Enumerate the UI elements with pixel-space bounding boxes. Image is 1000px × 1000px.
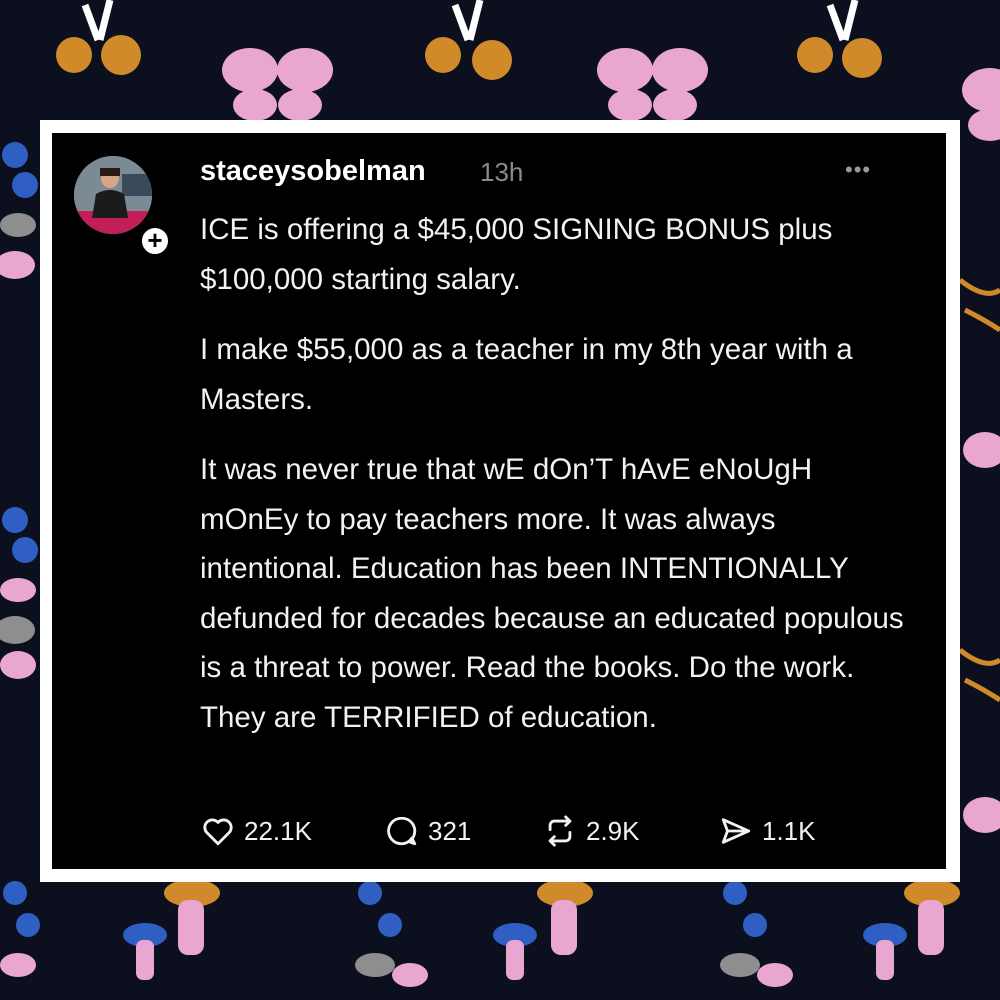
send-arrow-icon bbox=[721, 818, 751, 844]
repost-button[interactable]: 2.9K bbox=[542, 811, 640, 851]
share-count: 1.1K bbox=[762, 815, 816, 846]
threads-post-card: + staceysobelman 13h ••• ICE is offering… bbox=[52, 133, 946, 869]
profile-photo-icon bbox=[74, 156, 152, 234]
reply-button[interactable]: 321 bbox=[384, 811, 471, 851]
username[interactable]: staceysobelman bbox=[200, 155, 426, 188]
avatar[interactable] bbox=[74, 156, 152, 234]
post-body: ICE is offering a $45,000 SIGNING BONUS … bbox=[200, 205, 915, 763]
repost-count: 2.9K bbox=[586, 815, 640, 846]
reply-count: 321 bbox=[428, 815, 472, 846]
post-paragraph: It was never true that wE dOn’T hAvE eNo… bbox=[200, 453, 904, 734]
follow-plus-icon[interactable]: + bbox=[139, 225, 171, 257]
like-button[interactable]: 22.1K bbox=[200, 811, 312, 851]
post-paragraph: I make $55,000 as a teacher in my 8th ye… bbox=[200, 333, 853, 416]
post-actions-bar: 22.1K 321 2.9K 1.1K bbox=[200, 811, 900, 851]
speech-bubble-icon bbox=[387, 816, 417, 846]
repost-arrows-icon bbox=[548, 815, 572, 847]
heart-icon bbox=[203, 818, 233, 846]
post-paragraph: ICE is offering a $45,000 SIGNING BONUS … bbox=[200, 213, 833, 296]
share-button[interactable]: 1.1K bbox=[718, 811, 816, 851]
like-count: 22.1K bbox=[244, 815, 312, 846]
post-timestamp: 13h bbox=[480, 157, 524, 187]
more-options-icon[interactable]: ••• bbox=[845, 157, 871, 183]
